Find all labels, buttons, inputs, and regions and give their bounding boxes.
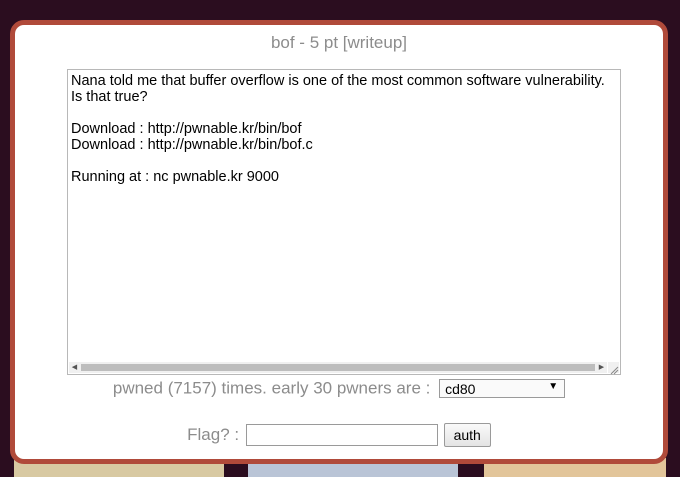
horizontal-scrollbar[interactable]: ◀ ▶ [69,362,607,373]
resize-grip-icon[interactable] [608,362,619,375]
chevron-right-icon[interactable]: ▶ [596,362,607,373]
flag-input[interactable] [245,424,438,446]
challenge-modal: bof - 5 pt [writeup] Nana told me that b… [10,20,668,464]
pwned-row: pwned (7157) times. early 30 pwners are … [15,378,663,402]
scrollbar-thumb[interactable] [81,364,595,371]
auth-button[interactable]: auth [443,423,491,447]
description-text: Nana told me that buffer overflow is one… [71,73,605,185]
early-pwners-select[interactable]: cd80 ▼ [439,379,566,399]
flag-row: Flag? : auth [15,423,663,447]
description-textarea[interactable]: Nana told me that buffer overflow is one… [67,69,621,375]
chevron-left-icon[interactable]: ◀ [69,362,80,373]
select-value: cd80 [445,381,476,398]
modal-title[interactable]: bof - 5 pt [writeup] [15,33,663,53]
flag-label: Flag? : [187,425,240,444]
caret-down-icon: ▼ [548,381,559,393]
pwned-count-text: pwned (7157) times. early 30 pwners are … [112,378,431,398]
